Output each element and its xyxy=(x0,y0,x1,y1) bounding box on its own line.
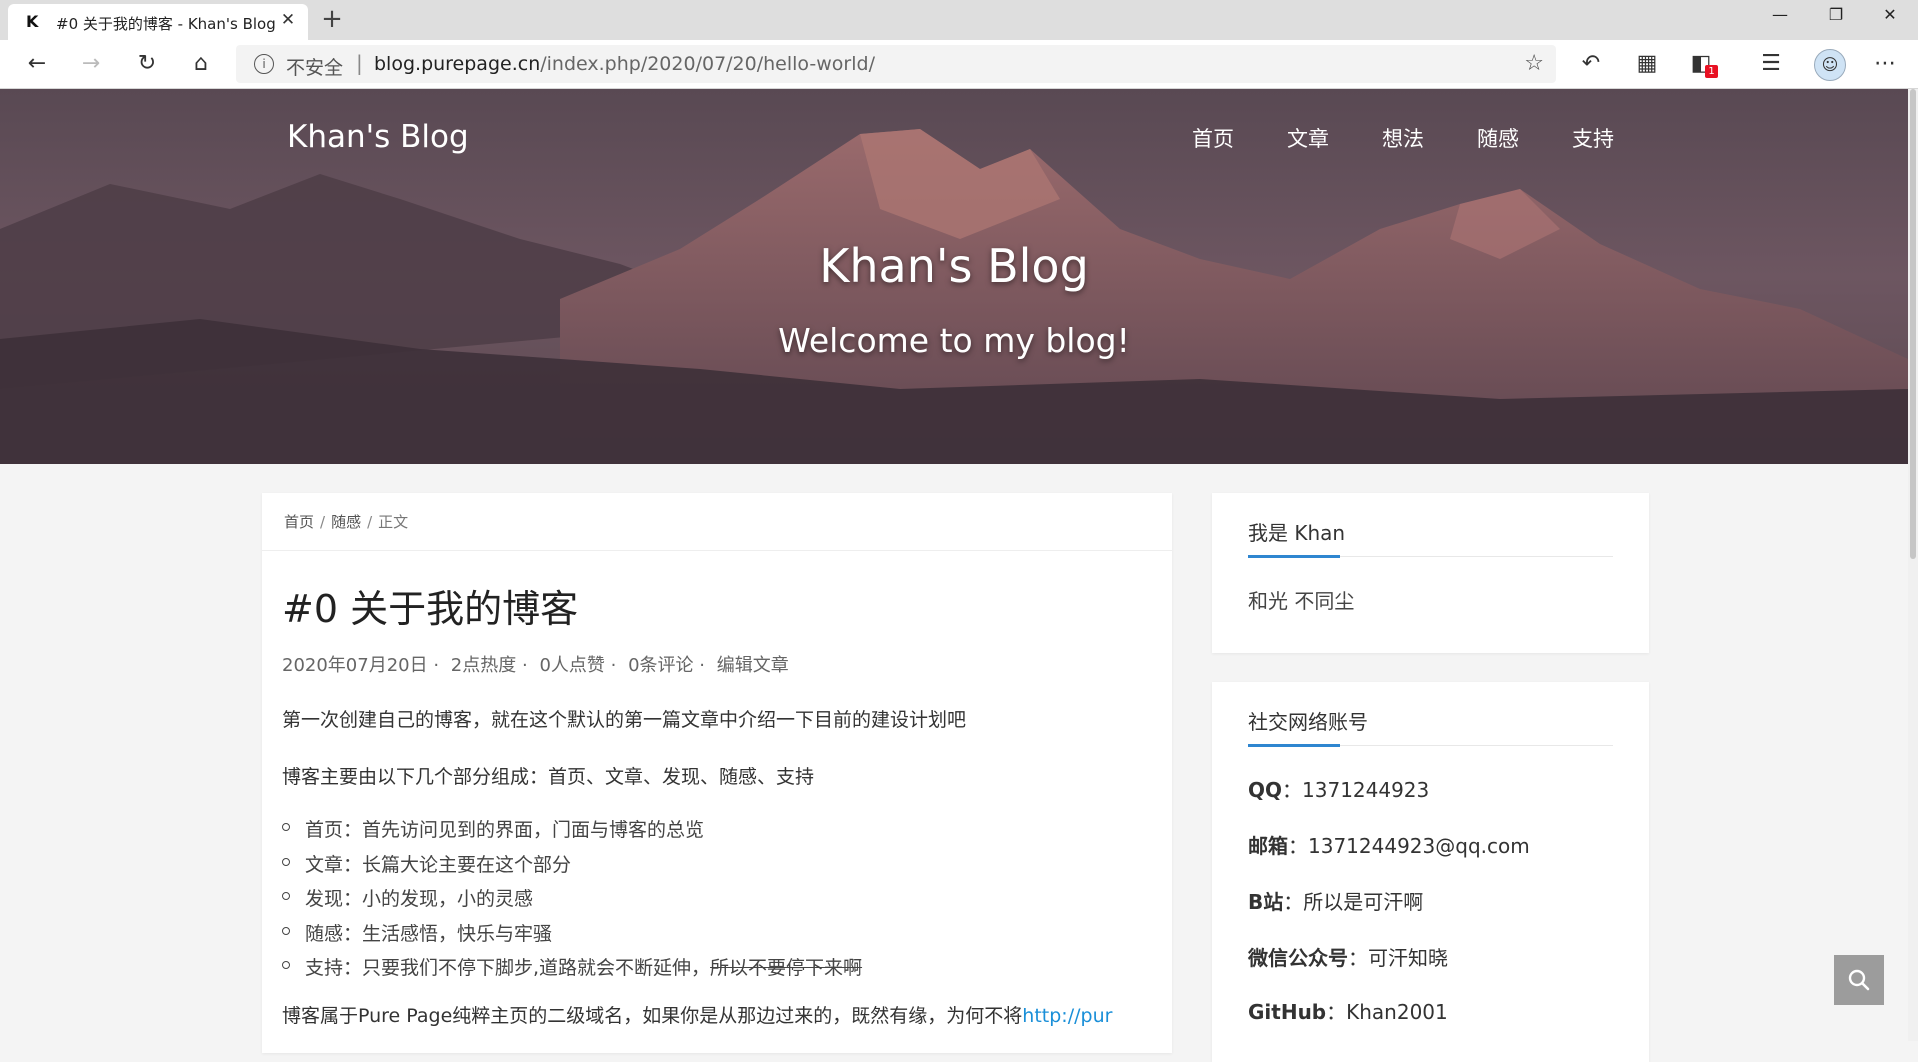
strikethrough-text: 所以不要停下来啊 xyxy=(710,957,863,979)
about-widget-title: 我是 Khan xyxy=(1248,521,1346,545)
title-accent xyxy=(1248,555,1340,558)
about-widget: 我是 Khan 和光 不同尘 xyxy=(1212,493,1649,653)
social-widget: 社交网络账号 QQ：1371244923 邮箱：1371244923@qq.co… xyxy=(1212,682,1649,1062)
post-comments: 0条评论 · xyxy=(628,655,705,676)
social-label: 微信公众号 xyxy=(1248,946,1348,970)
restore-button[interactable]: ❐ xyxy=(1808,0,1864,32)
tab-strip: K #0 关于我的博客 - Khan's Blog ✕ + — ❐ ✕ xyxy=(0,0,1918,40)
list-item: 支持：只要我们不停下脚步,道路就会不断延伸，所以不要停下来啊 xyxy=(282,953,862,988)
social-item-github: GitHub：Khan2001 xyxy=(1248,996,1448,1025)
nav-item-articles[interactable]: 文章 xyxy=(1287,123,1329,153)
breadcrumb-current: 正文 xyxy=(378,513,409,531)
list-item: 首页：首先访问见到的界面，门面与博客的总览 xyxy=(282,815,862,850)
favorite-star-icon[interactable]: ☆ xyxy=(1524,51,1544,76)
profile-avatar[interactable]: ☺ xyxy=(1814,49,1846,81)
address-separator: | xyxy=(356,51,363,75)
social-item-email: 邮箱：1371244923@qq.com xyxy=(1248,830,1530,859)
breadcrumb-home[interactable]: 首页 xyxy=(284,513,314,531)
post-footer-text: 博客属于Pure Page纯粹主页的二级域名，如果你是从那边过来的，既然有缘，为… xyxy=(282,1005,1023,1027)
post-title: #0 关于我的博客 xyxy=(282,587,579,631)
post-parts-list: 首页：首先访问见到的界面，门面与博客的总览 文章：长篇大论主要在这个部分 发现：… xyxy=(282,815,862,988)
window-close-button[interactable]: ✕ xyxy=(1862,0,1918,32)
post-views: 2点热度 · xyxy=(450,655,528,676)
extension-notification-icon[interactable]: ◧ 1 xyxy=(1684,47,1718,81)
social-label: QQ xyxy=(1248,778,1283,802)
security-label[interactable]: 不安全 xyxy=(286,53,343,80)
title-accent xyxy=(1248,744,1340,747)
home-icon[interactable]: ⌂ xyxy=(184,47,218,81)
post-likes: 0人点赞 · xyxy=(539,655,617,676)
list-item: 随感：生活感悟，快乐与牢骚 xyxy=(282,919,862,954)
list-item: 发现：小的发现，小的灵感 xyxy=(282,884,862,919)
search-icon[interactable] xyxy=(1834,955,1884,1005)
nav-item-ideas[interactable]: 想法 xyxy=(1382,123,1424,153)
social-label: GitHub xyxy=(1248,1000,1327,1024)
info-icon[interactable]: i xyxy=(254,54,274,74)
social-item-bilibili: B站：所以是可汗啊 xyxy=(1248,886,1423,915)
post-parts-heading: 博客主要由以下几个部分组成：首页、文章、发现、随感、支持 xyxy=(282,766,815,788)
hero-banner: Khan's Blog 首页 文章 想法 随感 支持 Khan's Blog W… xyxy=(0,89,1908,464)
social-label: B站 xyxy=(1248,890,1284,914)
list-item: 文章：长篇大论主要在这个部分 xyxy=(282,850,862,885)
social-label: 邮箱 xyxy=(1248,834,1288,858)
search-glyph xyxy=(1848,969,1870,991)
post-date: 2020年07月20日 · xyxy=(282,655,440,676)
nav-item-thoughts[interactable]: 随感 xyxy=(1477,123,1519,153)
post-intro: 第一次创建自己的博客，就在这个默认的第一篇文章中介绍一下目前的建设计划吧 xyxy=(282,709,967,731)
hero-subtitle: Welcome to my blog! xyxy=(778,321,1130,360)
favorites-icon[interactable]: ☰ xyxy=(1754,47,1788,81)
notification-badge: 1 xyxy=(1705,65,1718,78)
refresh-icon[interactable]: ↻ xyxy=(130,47,164,81)
divider xyxy=(262,550,1172,551)
breadcrumb-separator: / xyxy=(320,513,326,531)
new-tab-button[interactable]: + xyxy=(318,6,346,34)
extensions-icon[interactable]: ▦ xyxy=(1630,47,1664,81)
page-scrollbar[interactable] xyxy=(1908,89,1918,1041)
post-footer-paragraph: 博客属于Pure Page纯粹主页的二级域名，如果你是从那边过来的，既然有缘，为… xyxy=(282,1001,1167,1028)
social-widget-title: 社交网络账号 xyxy=(1248,710,1368,734)
url-host: blog.purepage.cn xyxy=(374,53,541,75)
nav-item-support[interactable]: 支持 xyxy=(1572,123,1614,153)
about-motto: 和光 不同尘 xyxy=(1248,589,1355,613)
social-value: ：1371244923@qq.com xyxy=(1288,834,1530,858)
tab-title: #0 关于我的博客 - Khan's Blog xyxy=(56,15,276,33)
social-value: ：所以是可汗啊 xyxy=(1283,890,1424,914)
site-favicon-icon: K xyxy=(26,12,39,31)
hero-title: Khan's Blog xyxy=(819,239,1089,293)
read-aloud-icon[interactable]: ↶ xyxy=(1574,47,1608,81)
post-meta: 2020年07月20日 · 2点热度 · 0人点赞 · 0条评论 · 编辑文章 xyxy=(282,651,795,677)
close-tab-icon[interactable]: ✕ xyxy=(278,10,298,30)
browser-tab[interactable]: K #0 关于我的博客 - Khan's Blog ✕ xyxy=(8,4,308,40)
url-text[interactable]: blog.purepage.cn/index.php/2020/07/20/he… xyxy=(374,53,875,75)
scrollbar-thumb[interactable] xyxy=(1910,89,1916,559)
forward-icon[interactable]: → xyxy=(74,47,108,81)
pure-page-link[interactable]: http://pur xyxy=(1022,1005,1112,1027)
social-item-qq: QQ：1371244923 xyxy=(1248,774,1429,803)
more-menu-icon[interactable]: ⋯ xyxy=(1868,47,1902,81)
breadcrumb: 首页 / 随感 / 正文 xyxy=(284,511,408,532)
minimize-button[interactable]: — xyxy=(1752,0,1808,32)
breadcrumb-category[interactable]: 随感 xyxy=(331,513,361,531)
url-path: /index.php/2020/07/20/hello-world/ xyxy=(540,53,875,75)
article-card: 首页 / 随感 / 正文 #0 关于我的博客 2020年07月20日 · 2点热度 · … xyxy=(262,493,1172,1053)
list-item-text: 支持：只要我们不停下脚步,道路就会不断延伸， xyxy=(305,957,711,979)
site-title[interactable]: Khan's Blog xyxy=(287,119,469,155)
address-bar[interactable]: i 不安全 | blog.purepage.cn/index.php/2020/… xyxy=(236,45,1556,83)
social-value: ：1371244923 xyxy=(1282,778,1430,802)
browser-toolbar: ← → ↻ ⌂ i 不安全 | blog.purepage.cn/index.p… xyxy=(0,40,1918,89)
edit-post-link[interactable]: 编辑文章 xyxy=(717,655,789,676)
social-item-wechat: 微信公众号：可汗知晓 xyxy=(1248,942,1448,971)
social-value: ：可汗知晓 xyxy=(1348,946,1448,970)
nav-item-home[interactable]: 首页 xyxy=(1192,123,1234,153)
social-value: ：Khan2001 xyxy=(1326,1000,1448,1024)
breadcrumb-separator: / xyxy=(367,513,373,531)
back-icon[interactable]: ← xyxy=(20,47,54,81)
